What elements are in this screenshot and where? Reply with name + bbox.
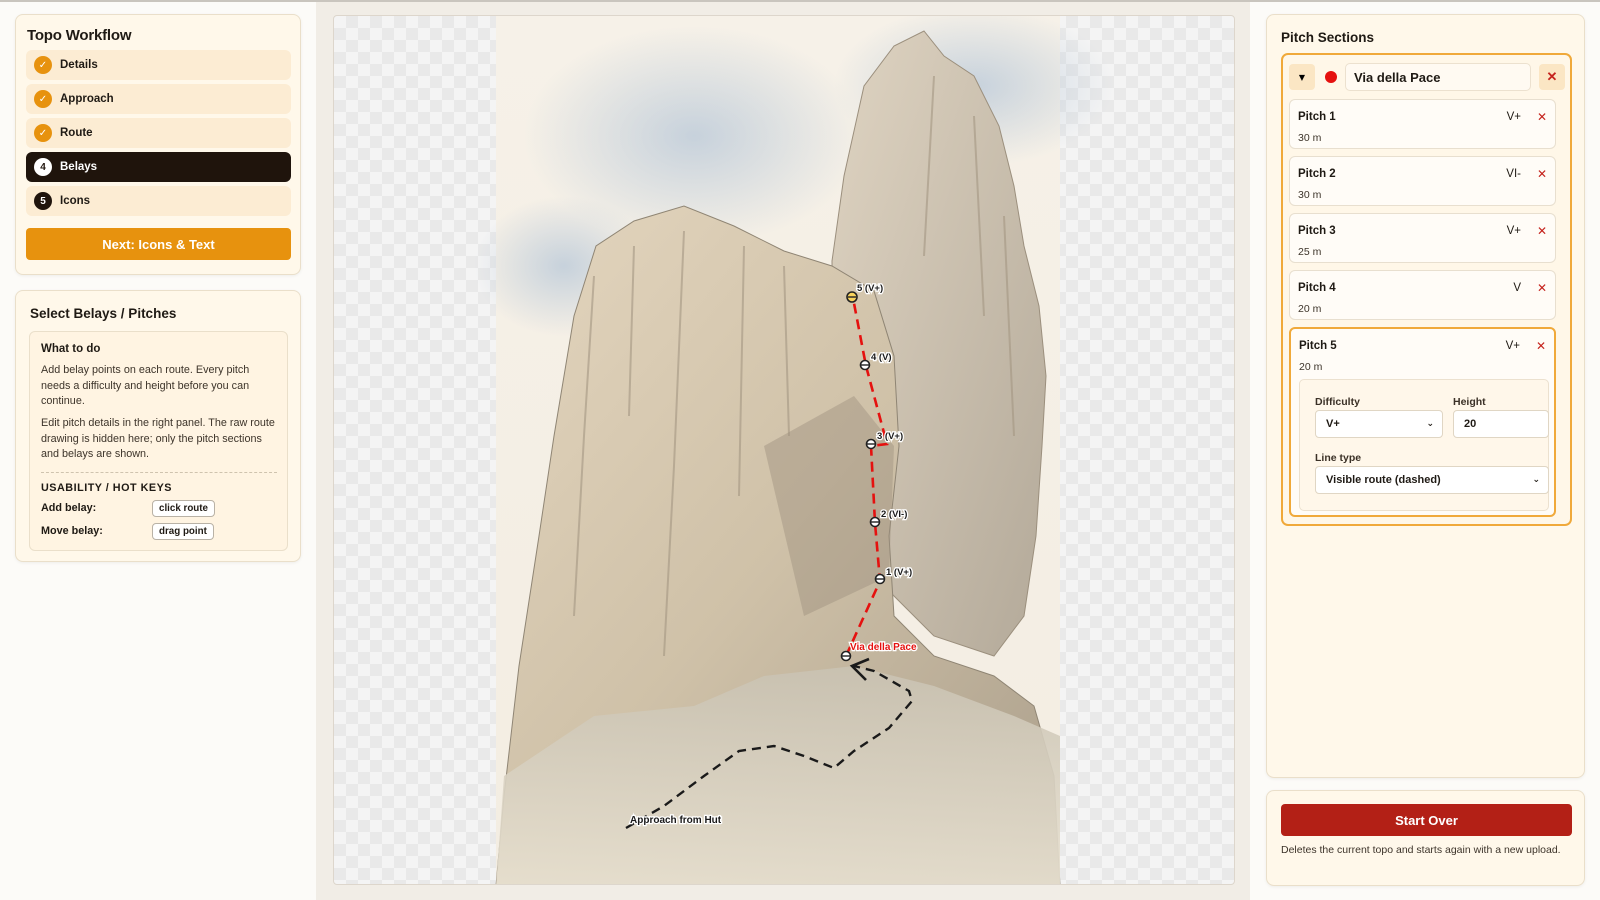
pitch-item-4[interactable]: Pitch 4 20 m V ✕ <box>1289 270 1556 320</box>
pitch-item-2[interactable]: Pitch 2 30 m VI- ✕ <box>1289 156 1556 206</box>
approach-label: Approach from Hut <box>630 815 722 826</box>
step-label: Icons <box>60 195 91 207</box>
hotkey-chip: drag point <box>152 523 214 540</box>
belay-point-3[interactable] <box>865 438 877 450</box>
route-panel: ▼ ✕ Pitch 1 30 m V+ ✕ Pitch 2 30 m VI- ✕… <box>1281 53 1572 526</box>
pitch-grade: V+ <box>1505 340 1520 352</box>
close-icon[interactable]: ✕ <box>1536 339 1546 353</box>
step-icons[interactable]: 5 Icons <box>26 186 291 216</box>
belay-label-1: 1 (V+) <box>886 567 912 578</box>
divider <box>41 472 277 473</box>
pitch-name: Pitch 1 <box>1298 111 1336 123</box>
step-label: Approach <box>60 93 114 105</box>
pitch-edit-form: Difficulty V+ ⌄ Height 20 Line type Visi… <box>1299 379 1549 511</box>
close-icon[interactable]: ✕ <box>1537 167 1547 181</box>
step-number-badge: 4 <box>34 158 52 176</box>
pitch-length: 25 m <box>1298 246 1322 258</box>
step-label: Details <box>60 59 98 71</box>
start-over-card: Start Over Deletes the current topo and … <box>1266 790 1585 886</box>
line-type-value: Visible route (dashed) <box>1326 474 1441 486</box>
pitch-sections-title: Pitch Sections <box>1281 30 1375 45</box>
difficulty-value: V+ <box>1326 418 1340 430</box>
close-icon[interactable]: ✕ <box>1539 64 1565 90</box>
pitch-length: 30 m <box>1298 189 1322 201</box>
next-step-button[interactable]: Next: Icons & Text <box>26 228 291 260</box>
pitch-name: Pitch 4 <box>1298 282 1336 294</box>
check-icon: ✓ <box>34 124 52 142</box>
belay-instructions-card: Select Belays / Pitches What to do Add b… <box>15 290 301 562</box>
pitch-sections-card: Pitch Sections ▼ ✕ Pitch 1 30 m V+ ✕ Pit… <box>1266 14 1585 778</box>
pitch-length: 20 m <box>1299 361 1323 373</box>
difficulty-label: Difficulty <box>1315 396 1360 408</box>
hotkey-label: Move belay: <box>41 525 103 537</box>
belay-point-5[interactable] <box>846 291 858 303</box>
pitch-length: 30 m <box>1298 132 1322 144</box>
close-icon[interactable]: ✕ <box>1537 110 1547 124</box>
pitch-grade: V+ <box>1506 111 1521 123</box>
check-icon: ✓ <box>34 56 52 74</box>
close-icon[interactable]: ✕ <box>1537 281 1547 295</box>
height-label: Height <box>1453 396 1486 408</box>
belay-label-5: 5 (V+) <box>857 283 883 294</box>
pitch-name: Pitch 5 <box>1299 340 1337 352</box>
difficulty-select[interactable]: V+ ⌄ <box>1315 410 1443 438</box>
step-number-badge: 5 <box>34 192 52 210</box>
workflow-title: Topo Workflow <box>27 27 132 44</box>
route-name-input[interactable] <box>1345 63 1531 91</box>
pitch-item-3[interactable]: Pitch 3 25 m V+ ✕ <box>1289 213 1556 263</box>
pitch-item-5[interactable]: Pitch 5 20 m V+ ✕ Difficulty V+ ⌄ Height… <box>1289 327 1556 517</box>
check-icon: ✓ <box>34 90 52 108</box>
route-header: ▼ ✕ <box>1289 62 1565 92</box>
belay-point-1[interactable] <box>874 573 886 585</box>
belay-point-2[interactable] <box>869 516 881 528</box>
pitch-name: Pitch 3 <box>1298 225 1336 237</box>
pitch-grade: V+ <box>1506 225 1521 237</box>
chevron-down-icon: ⌄ <box>1532 475 1540 485</box>
belay-point-4[interactable] <box>859 359 871 371</box>
help-paragraph-1: Add belay points on each route. Every pi… <box>41 364 250 407</box>
hotkeys-title: USABILITY / HOT KEYS <box>41 482 172 494</box>
close-icon[interactable]: ✕ <box>1537 224 1547 238</box>
step-route[interactable]: ✓ Route <box>26 118 291 148</box>
workflow-card: Topo Workflow ✓ Details ✓ Approach ✓ Rou… <box>15 14 301 275</box>
help-box: What to do Add belay points on each rout… <box>29 331 288 551</box>
line-type-label: Line type <box>1315 452 1362 464</box>
topo-canvas[interactable]: Approach from Hut Via della Pace 1 (V+) … <box>333 15 1235 885</box>
step-details[interactable]: ✓ Details <box>26 50 291 80</box>
step-approach[interactable]: ✓ Approach <box>26 84 291 114</box>
height-input[interactable]: 20 <box>1453 410 1549 438</box>
hotkey-chip: click route <box>152 500 216 517</box>
route-name-label: Via della Pace <box>850 642 917 653</box>
height-value: 20 <box>1464 418 1477 430</box>
pitch-length: 20 m <box>1298 303 1322 315</box>
help-title: What to do <box>41 343 101 355</box>
belay-panel-title: Select Belays / Pitches <box>30 306 177 321</box>
pitch-item-1[interactable]: Pitch 1 30 m V+ ✕ <box>1289 99 1556 149</box>
topo-drawing[interactable]: Approach from Hut Via della Pace 1 (V+) … <box>334 16 1235 885</box>
start-over-note: Deletes the current topo and starts agai… <box>1281 844 1561 856</box>
pitch-name: Pitch 2 <box>1298 168 1336 180</box>
caret-down-icon[interactable]: ▼ <box>1289 64 1315 90</box>
belay-label-3: 3 (V+) <box>877 431 903 442</box>
route-color-swatch[interactable] <box>1325 71 1337 83</box>
belay-label-4: 4 (V) <box>871 352 892 363</box>
hotkey-label: Add belay: <box>41 502 97 514</box>
help-paragraph-2: Edit pitch details in the right panel. T… <box>41 417 275 460</box>
start-over-button[interactable]: Start Over <box>1281 804 1572 836</box>
belay-label-2: 2 (VI-) <box>881 509 907 520</box>
pitch-grade: V <box>1513 282 1521 294</box>
step-label: Belays <box>60 161 98 173</box>
chevron-down-icon: ⌄ <box>1426 419 1434 429</box>
step-belays[interactable]: 4 Belays <box>26 152 291 182</box>
pitch-grade: VI- <box>1506 168 1521 180</box>
step-label: Route <box>60 127 93 139</box>
line-type-select[interactable]: Visible route (dashed) ⌄ <box>1315 466 1549 494</box>
